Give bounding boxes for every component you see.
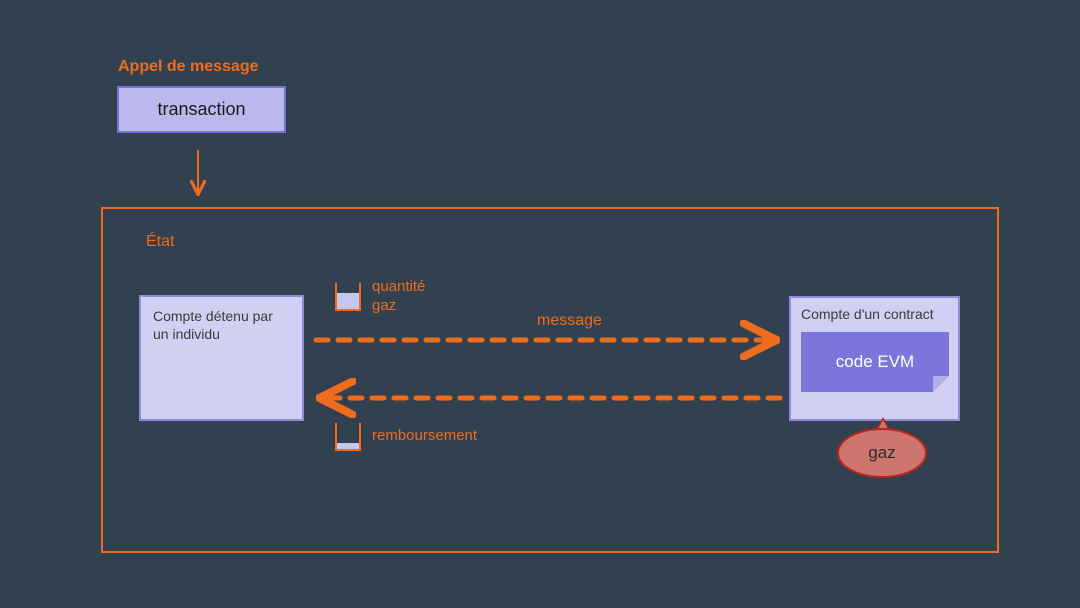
eoa-account-text: Compte détenu par un individu <box>153 308 273 342</box>
gaz-callout-label: gaz <box>868 443 895 463</box>
gas-quantity-label: quantité gaz <box>372 278 425 316</box>
message-label: message <box>537 311 602 331</box>
gas-bucket-icon <box>335 283 361 311</box>
gaz-callout: gaz <box>837 428 927 478</box>
transaction-label: transaction <box>157 99 245 120</box>
evm-code-block: code EVM <box>801 332 949 392</box>
diagram-title: Appel de message <box>118 58 259 76</box>
page-fold-icon <box>933 376 949 392</box>
refund-label: remboursement <box>372 427 477 446</box>
evm-code-label: code EVM <box>836 351 914 372</box>
diagram-stage: Appel de message transaction État Compte… <box>0 0 1080 608</box>
eoa-account-box: Compte détenu par un individu <box>139 295 304 421</box>
transaction-box: transaction <box>117 86 286 133</box>
contract-account-title: Compte d'un contract <box>801 306 934 322</box>
contract-account-box: Compte d'un contract code EVM <box>789 296 960 421</box>
refund-bucket-icon <box>335 423 361 451</box>
refund-bucket-fill <box>337 443 359 449</box>
state-label: État <box>146 232 174 252</box>
gas-bucket-fill <box>337 293 359 309</box>
